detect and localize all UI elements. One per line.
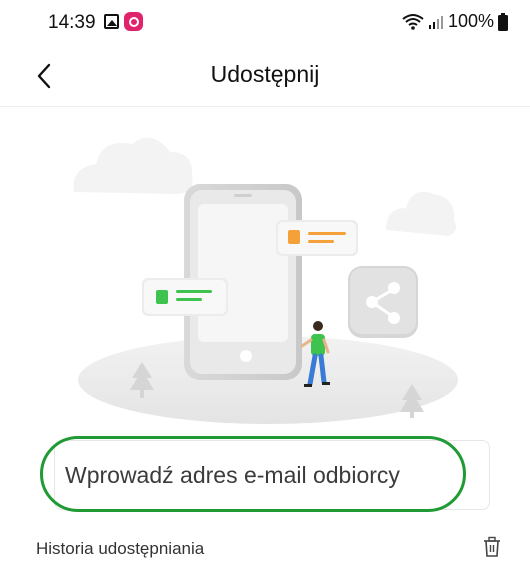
app-header: Udostępnij [0,50,530,107]
status-time: 14:39 [48,12,96,33]
status-bar: 14:39 100% [0,0,530,44]
email-input[interactable] [65,441,475,509]
cloud-left [73,137,193,194]
page-title: Udostępnij [210,61,320,87]
history-label: Historia udostępniania [36,539,205,558]
battery-icon [498,12,508,31]
signal-icon [428,14,444,30]
clear-history-button[interactable] [482,536,504,558]
wifi-icon [402,13,424,31]
share-illustration [56,112,476,432]
battery-percent: 100% [447,11,494,31]
instagram-icon [124,12,143,31]
cloud-right [386,191,456,236]
status-right-group: 100% [402,11,508,32]
trash-icon [484,536,500,557]
gallery-icon [104,14,119,29]
email-field[interactable] [54,440,490,510]
